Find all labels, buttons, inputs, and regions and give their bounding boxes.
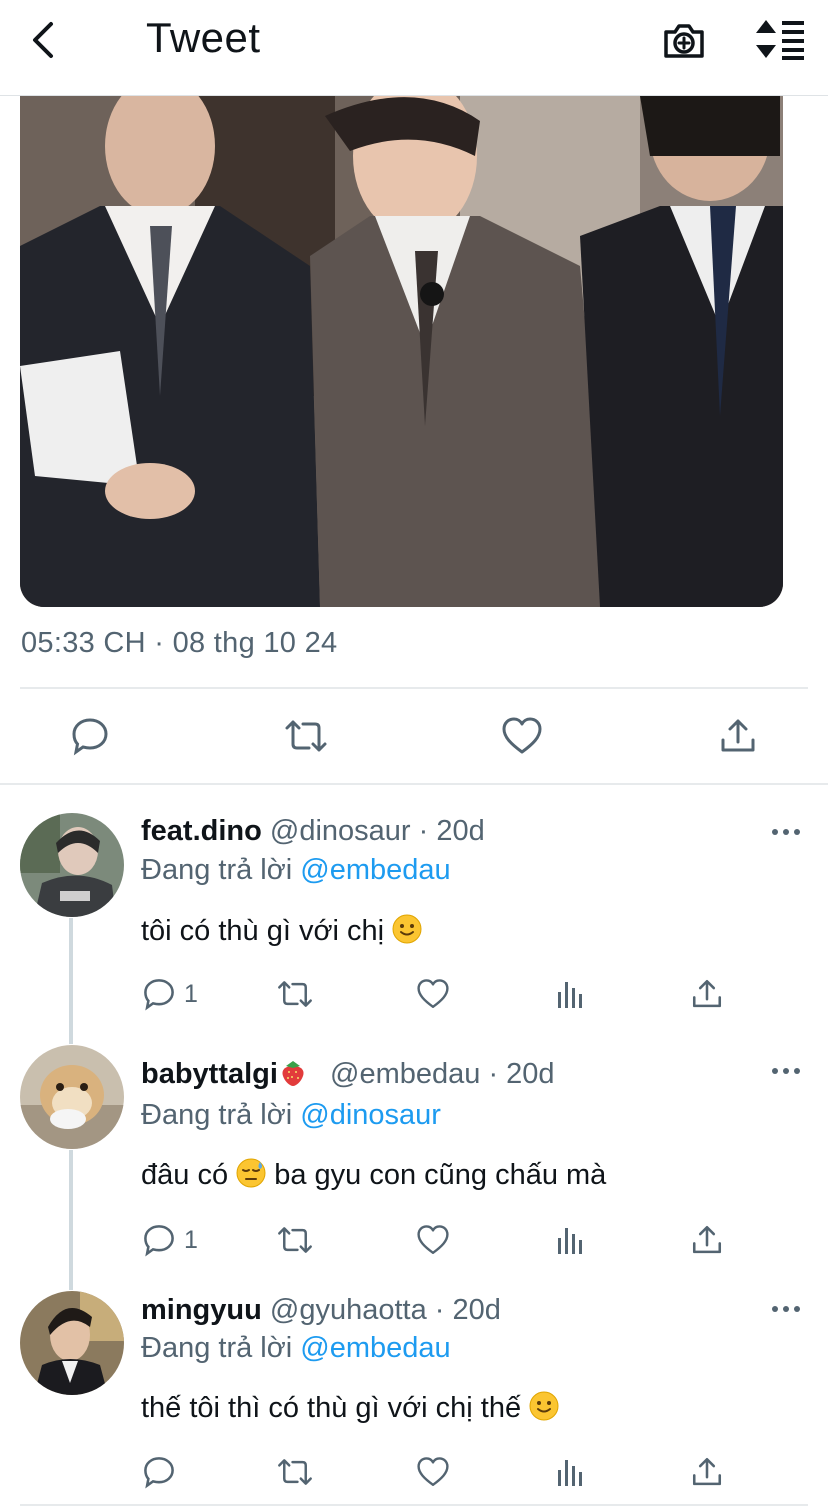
more-icon [772, 829, 800, 835]
sort-icon [756, 20, 804, 60]
reply-button[interactable]: 1 [142, 972, 198, 1016]
reply-text: thế tôi thì có thù gì với chị thế [141, 1391, 559, 1425]
heart-icon [502, 717, 542, 754]
reply-button[interactable] [142, 1450, 184, 1494]
like-button[interactable] [416, 1218, 450, 1262]
reply-text-content: thế tôi thì có thù gì với chị thế [141, 1392, 522, 1424]
author-handle: @gyuhaotta · 20d [269, 1294, 501, 1326]
like-button[interactable] [416, 972, 450, 1016]
reply-text-content: tôi có thù gì với chị [141, 915, 385, 947]
author-name[interactable]: babyttalgi [141, 1058, 278, 1090]
tweet-timestamp: 05:33 CH · 08 thg 10 24 [21, 627, 338, 659]
reply-button[interactable] [66, 712, 114, 760]
reply-icon [144, 979, 174, 1011]
reply-button[interactable]: 1 [142, 1218, 198, 1262]
divider [20, 1504, 808, 1506]
reply-text-content: đâu có [141, 1159, 229, 1191]
sort-button[interactable] [752, 14, 808, 64]
more-options-button[interactable] [768, 1061, 804, 1081]
author-handle: @dinosaur · 20d [269, 815, 485, 847]
share-button[interactable] [714, 712, 762, 760]
reply-text: tôi có thù gì với chị [141, 914, 422, 948]
divider [0, 783, 828, 785]
page-title: Tweet [146, 14, 261, 61]
mention-link[interactable]: @dinosaur [300, 1099, 441, 1131]
reply-icon [144, 1457, 174, 1489]
retweet-icon [278, 1227, 312, 1253]
retweet-icon [285, 720, 327, 752]
reply-count: 1 [184, 1225, 198, 1254]
tweet-action-bar [0, 700, 828, 772]
more-options-button[interactable] [768, 1299, 804, 1319]
reply-text-content: ba gyu con cũng chấu mà [274, 1159, 607, 1191]
camera-button[interactable] [660, 16, 708, 64]
share-button[interactable] [690, 1218, 724, 1262]
back-button[interactable] [22, 18, 66, 62]
share-icon [721, 719, 755, 752]
author-name[interactable]: mingyuu [141, 1294, 262, 1326]
reply-action-bar: 1 [0, 1218, 828, 1266]
reply-action-bar: 1 [0, 972, 828, 1020]
chevron-left-icon [33, 22, 53, 58]
camera-plus-icon [664, 24, 704, 58]
author-name[interactable]: feat.dino [141, 815, 262, 847]
heart-icon [417, 979, 449, 1008]
downcast-sweat-face-emoji [236, 1158, 266, 1188]
replying-to-label: Đang trả lời [141, 854, 293, 886]
more-icon [772, 1068, 800, 1074]
avatar-image [20, 813, 124, 917]
share-icon [692, 1457, 722, 1486]
avatar[interactable] [20, 1045, 124, 1149]
like-button[interactable] [498, 712, 546, 760]
analytics-icon [558, 982, 582, 1008]
retweet-button[interactable] [282, 712, 330, 760]
retweet-icon [278, 981, 312, 1007]
share-button[interactable] [690, 972, 724, 1016]
retweet-button[interactable] [276, 1450, 314, 1494]
avatar[interactable] [20, 1291, 124, 1395]
mention-link[interactable]: @embedau [300, 1332, 450, 1364]
retweet-button[interactable] [276, 1218, 314, 1262]
smiling-face-emoji [529, 1391, 559, 1421]
retweet-button[interactable] [276, 972, 314, 1016]
author-handle: @embedau · 20d [330, 1058, 555, 1090]
analytics-button[interactable] [556, 1450, 586, 1494]
reply-action-bar [0, 1450, 828, 1498]
analytics-icon [558, 1460, 582, 1486]
share-button[interactable] [690, 1450, 724, 1494]
avatar[interactable] [20, 813, 124, 917]
like-button[interactable] [416, 1450, 450, 1494]
strawberry-emoji [282, 1061, 304, 1086]
reply-count: 1 [184, 979, 198, 1008]
retweet-icon [278, 1459, 312, 1485]
reply-text: đâu có ba gyu con cũng chấu mà [141, 1158, 606, 1192]
avatar-image [20, 1291, 124, 1395]
divider [20, 687, 808, 689]
photo [20, 96, 783, 607]
share-icon [692, 979, 722, 1008]
mention-link[interactable]: @embedau [300, 854, 450, 886]
reply-icon [144, 1225, 174, 1257]
avatar-image [20, 1045, 124, 1149]
replying-to-label: Đang trả lời [141, 1332, 293, 1364]
analytics-icon [558, 1228, 582, 1254]
more-icon [772, 1306, 800, 1312]
heart-icon [417, 1457, 449, 1486]
share-icon [692, 1225, 722, 1254]
analytics-button[interactable] [556, 1218, 586, 1262]
more-options-button[interactable] [768, 822, 804, 842]
smiling-face-emoji [392, 914, 422, 944]
analytics-button[interactable] [556, 972, 586, 1016]
top-bar: Tweet [0, 0, 828, 96]
replying-to-label: Đang trả lời [141, 1099, 293, 1131]
reply-icon [72, 718, 108, 756]
tweet-media-image[interactable] [20, 96, 783, 607]
heart-icon [417, 1225, 449, 1254]
